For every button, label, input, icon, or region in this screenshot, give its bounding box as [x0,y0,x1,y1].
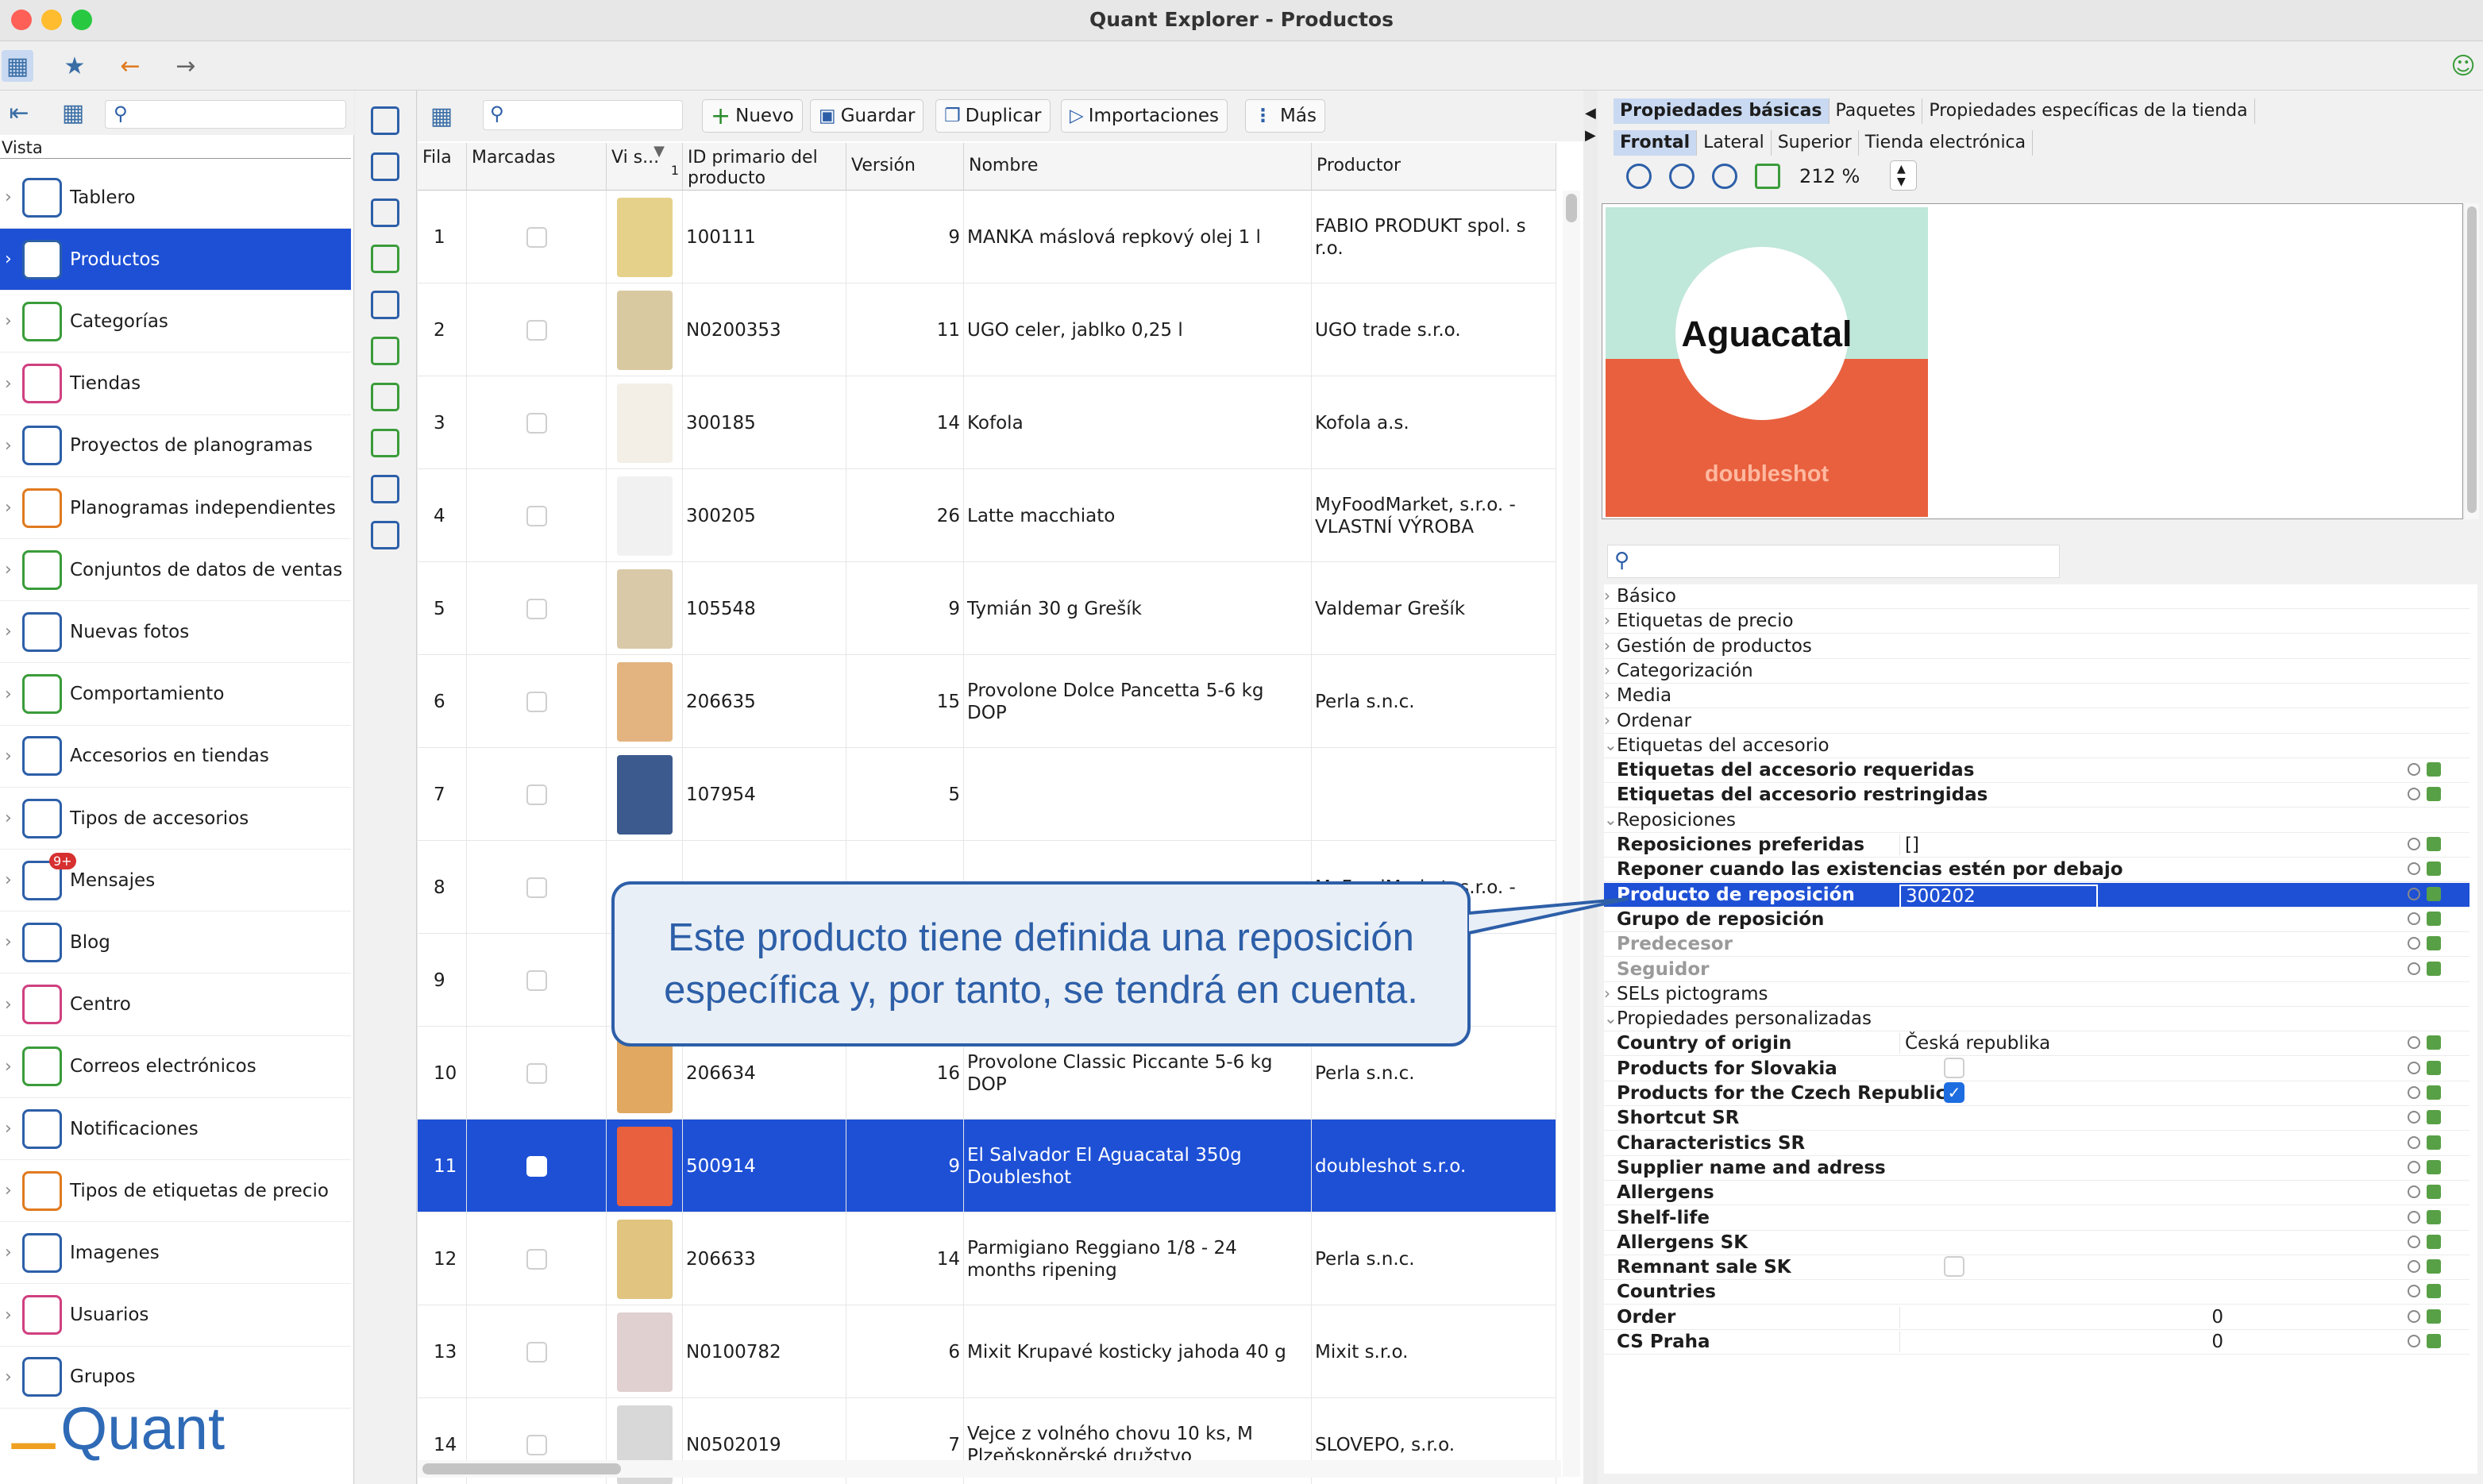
callout-pointer [1468,897,1629,935]
